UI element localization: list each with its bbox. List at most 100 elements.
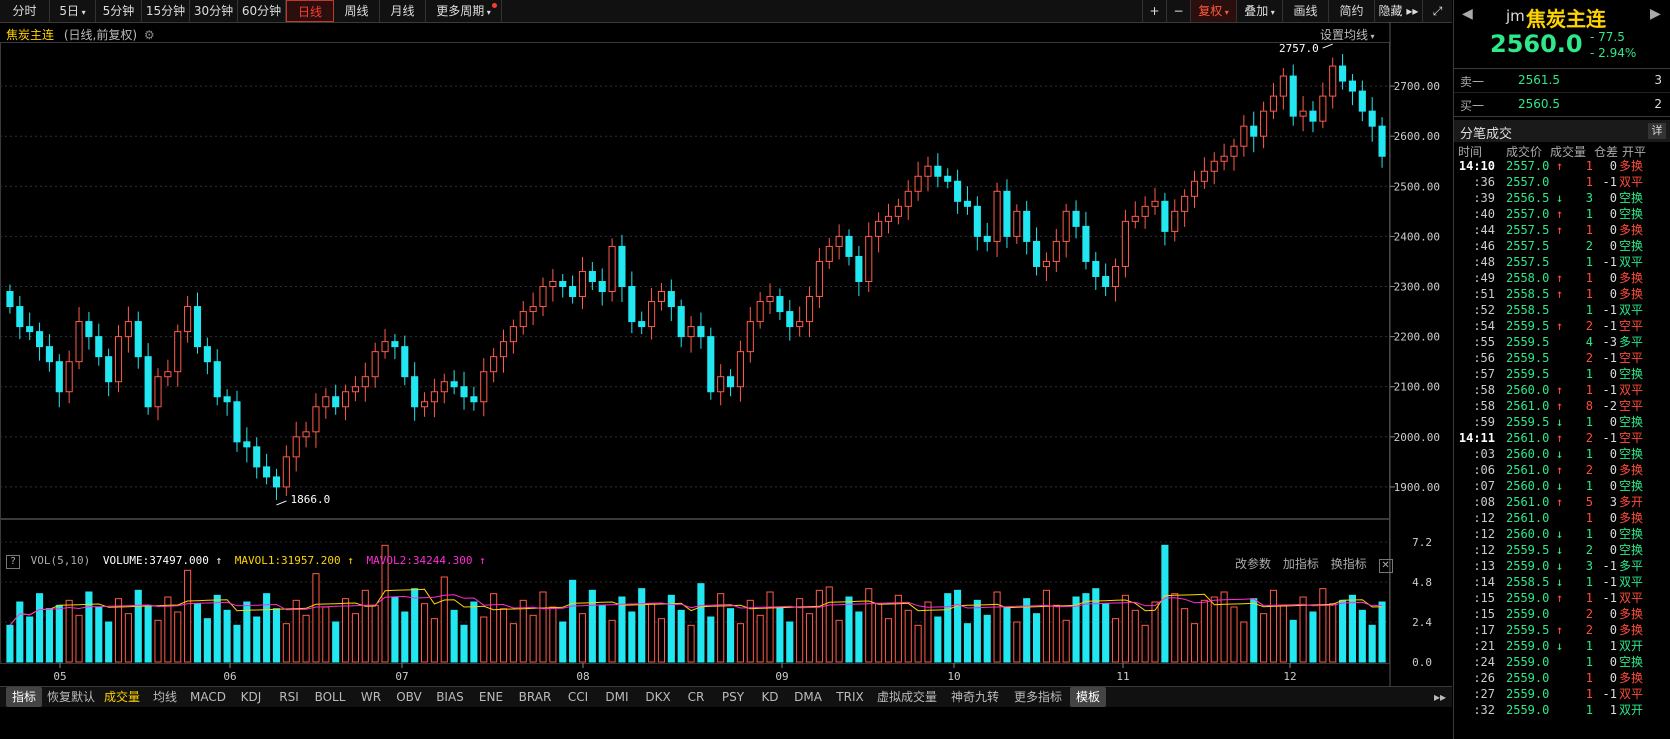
volume-axis-label: 2.4 bbox=[1412, 616, 1432, 629]
price-axis-label: 2600.00 bbox=[1394, 130, 1440, 143]
volume-bar bbox=[884, 618, 893, 663]
indicator-tab-19[interactable]: DMA bbox=[788, 687, 828, 707]
more-periods-dropdown[interactable]: 更多周期 ▾ bbox=[426, 0, 502, 22]
volume-bar bbox=[26, 616, 34, 663]
indicator-tab-2[interactable]: 成交量 bbox=[100, 687, 144, 707]
candle bbox=[322, 396, 330, 408]
tick-row: :59 2559.5 ↓ 1 0 空换 bbox=[1454, 414, 1670, 430]
tick-volume: 1 bbox=[1585, 287, 1593, 301]
fullscreen-icon[interactable]: ⤢ bbox=[1422, 0, 1452, 22]
tick-price: 2561.0 bbox=[1506, 495, 1550, 509]
indicator-tab-24[interactable]: 模板 bbox=[1070, 687, 1106, 707]
arrow-down-icon: ↓ bbox=[1556, 415, 1564, 429]
indicator-tab-12[interactable]: BRAR bbox=[512, 687, 558, 707]
tick-row: :52 2558.5 1 -1 双平 bbox=[1454, 302, 1670, 318]
switch-indicator-button[interactable]: 换指标 bbox=[1331, 557, 1367, 571]
candle bbox=[519, 311, 527, 328]
period-tab-5day[interactable]: 5日 ▾ bbox=[50, 0, 96, 22]
close-icon[interactable]: ✕ bbox=[1378, 559, 1393, 573]
indicator-tab-21[interactable]: 虚拟成交量 bbox=[872, 687, 942, 707]
tick-time: 14:10 bbox=[1458, 159, 1495, 173]
indicator-tab-0[interactable]: 指标 bbox=[6, 687, 42, 707]
zoom-out-button[interactable]: − bbox=[1166, 0, 1190, 22]
price-axis-label: 2200.00 bbox=[1394, 331, 1440, 344]
period-tab-60min[interactable]: 60分钟 bbox=[238, 0, 286, 22]
indicator-tab-17[interactable]: PSY bbox=[714, 687, 752, 707]
zoom-in-button[interactable]: + bbox=[1142, 0, 1166, 22]
add-indicator-button[interactable]: 加指标 bbox=[1283, 557, 1319, 571]
edit-params-button[interactable]: 改参数 bbox=[1235, 557, 1271, 571]
period-tab-fenshi[interactable]: 分时 bbox=[0, 0, 50, 22]
adjust-rights-dropdown[interactable]: 复权 ▾ bbox=[1190, 0, 1236, 22]
candle bbox=[342, 391, 350, 408]
period-tab-5min[interactable]: 5分钟 bbox=[96, 0, 142, 22]
volume-bar bbox=[618, 596, 626, 663]
help-icon[interactable]: ? bbox=[6, 555, 20, 569]
candle bbox=[391, 341, 399, 348]
indicator-tab-16[interactable]: CR bbox=[680, 687, 712, 707]
tick-volume: 1 bbox=[1585, 527, 1593, 541]
period-tab-30min[interactable]: 30分钟 bbox=[190, 0, 238, 22]
indicator-tab-7[interactable]: BOLL bbox=[308, 687, 352, 707]
candle bbox=[549, 281, 557, 288]
tick-row: :32 2559.0 1 1 双开 bbox=[1454, 702, 1670, 718]
candle bbox=[95, 336, 103, 358]
tick-volume: 4 bbox=[1585, 335, 1593, 349]
indicator-tab-23[interactable]: 更多指标 bbox=[1008, 687, 1068, 707]
arrow-down-icon: ↓ bbox=[1556, 447, 1564, 461]
caret-down-icon: ▾ bbox=[79, 8, 86, 17]
arrow-up-icon: ↑ bbox=[1556, 463, 1564, 477]
ticks-detail-button[interactable]: 详 bbox=[1648, 123, 1666, 139]
overlay-dropdown[interactable]: 叠加 ▾ bbox=[1236, 0, 1282, 22]
candle bbox=[450, 381, 458, 388]
volume-bar bbox=[154, 619, 162, 663]
volume-bar bbox=[282, 623, 290, 663]
candle bbox=[114, 336, 123, 383]
draw-line-button[interactable]: 画线 bbox=[1282, 0, 1328, 22]
indicator-tab-11[interactable]: ENE bbox=[472, 687, 510, 707]
indicator-tab-9[interactable]: OBV bbox=[390, 687, 428, 707]
period-tab-monthly[interactable]: 月线 bbox=[380, 0, 426, 22]
indicator-tab-1[interactable]: 恢复默认 bbox=[44, 687, 98, 707]
simple-mode-button[interactable]: 简约 bbox=[1328, 0, 1374, 22]
volume-bar bbox=[114, 598, 123, 663]
tick-type: 空换 bbox=[1619, 367, 1644, 381]
prev-symbol-icon[interactable]: ◀ bbox=[1462, 6, 1473, 22]
arrow-down-icon: ↓ bbox=[1556, 527, 1564, 541]
indicator-tab-6[interactable]: RSI bbox=[272, 687, 306, 707]
tick-oi-change: 0 bbox=[1609, 623, 1617, 637]
volume-bar bbox=[85, 591, 93, 663]
indicator-tab-22[interactable]: 神奇九转 bbox=[944, 687, 1006, 707]
tick-time: :36 bbox=[1473, 175, 1495, 189]
indicator-tab-3[interactable]: 均线 bbox=[146, 687, 184, 707]
hide-panel-button[interactable]: 隐藏 ▸▸ bbox=[1374, 0, 1422, 22]
volume-bar bbox=[134, 589, 142, 663]
indicator-tab-5[interactable]: KDJ bbox=[232, 687, 270, 707]
scroll-right-icon[interactable]: ▸▸ bbox=[1430, 687, 1450, 707]
indicator-tab-15[interactable]: DKX bbox=[638, 687, 678, 707]
tick-oi-change: -1 bbox=[1602, 591, 1617, 605]
period-tab-weekly[interactable]: 周线 bbox=[334, 0, 380, 22]
tick-oi-change: 0 bbox=[1609, 159, 1617, 173]
indicator-tab-13[interactable]: CCI bbox=[560, 687, 596, 707]
candle bbox=[1042, 260, 1050, 267]
indicator-tab-8[interactable]: WR bbox=[354, 687, 388, 707]
indicator-tab-20[interactable]: TRIX bbox=[830, 687, 870, 707]
ticks-list: 14:10 2557.0 ↑ 1 0 多换:36 2557.0 1 -1 双平:39 2556.5 ↓… bbox=[1454, 158, 1670, 718]
indicator-tab-10[interactable]: BIAS bbox=[430, 687, 470, 707]
next-symbol-icon[interactable]: ▶ bbox=[1650, 6, 1661, 22]
kline-chart[interactable]: 2700.00 2600.00 2500.00 2400.00 2300.00 2200.… bbox=[0, 22, 1452, 686]
candle bbox=[993, 190, 1001, 242]
tick-price: 2557.0 bbox=[1506, 207, 1550, 221]
candle bbox=[598, 281, 606, 293]
period-tab-15min[interactable]: 15分钟 bbox=[142, 0, 190, 22]
indicator-tab-14[interactable]: DMI bbox=[598, 687, 636, 707]
tick-row: :26 2559.0 1 0 多换 bbox=[1454, 670, 1670, 686]
tick-time: :55 bbox=[1473, 335, 1495, 349]
volume-bar bbox=[332, 621, 340, 663]
indicator-tab-18[interactable]: KD bbox=[754, 687, 786, 707]
volume-bar bbox=[1052, 604, 1060, 663]
period-tab-daily[interactable]: 日线 bbox=[286, 0, 334, 22]
tick-oi-change: 0 bbox=[1609, 463, 1617, 477]
indicator-tab-4[interactable]: MACD bbox=[186, 687, 230, 707]
